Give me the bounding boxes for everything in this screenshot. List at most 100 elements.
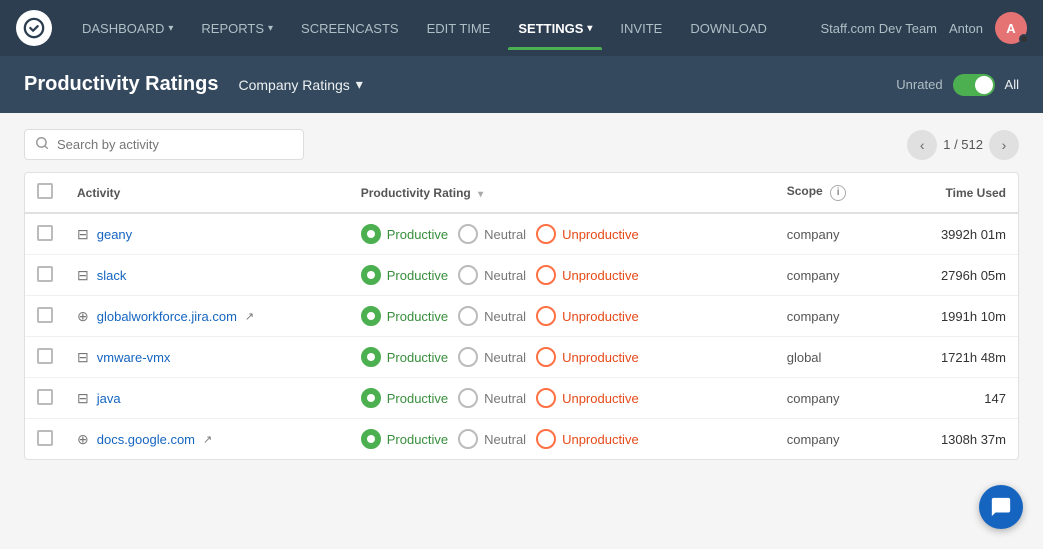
row-activity: ⊟ geany xyxy=(65,213,349,255)
nav-right: Staff.com Dev Team Anton A xyxy=(820,12,1027,44)
scope-info-icon[interactable]: i xyxy=(830,185,846,201)
row-checkbox[interactable] xyxy=(37,430,53,446)
row-checkbox[interactable] xyxy=(37,389,53,405)
main-content: ‹ 1 / 512 › Activity Productivity Rat xyxy=(0,113,1043,476)
neutral-label: Neutral xyxy=(484,391,526,406)
neutral-radio[interactable] xyxy=(458,429,478,449)
nav-reports[interactable]: REPORTS ▾ xyxy=(191,15,283,42)
row-productivity: Productive Neutral Unproductive xyxy=(349,378,775,419)
neutral-label: Neutral xyxy=(484,432,526,447)
row-checkbox[interactable] xyxy=(37,266,53,282)
nav-settings[interactable]: SETTINGS ▾ xyxy=(508,15,602,42)
unrated-toggle[interactable] xyxy=(953,74,995,96)
unproductive-radio[interactable] xyxy=(536,224,556,244)
company-ratings-button[interactable]: Company Ratings ▾ xyxy=(230,72,370,97)
unproductive-radio[interactable] xyxy=(536,265,556,285)
neutral-radio[interactable] xyxy=(458,265,478,285)
productive-radio[interactable] xyxy=(361,224,381,244)
table-row: ⊟ geany Productive Neutral Unproductive … xyxy=(25,213,1018,255)
activity-name: geany xyxy=(97,227,132,242)
page-header: Productivity Ratings Company Ratings ▾ U… xyxy=(0,56,1043,113)
unproductive-radio[interactable] xyxy=(536,306,556,326)
nav-download[interactable]: DOWNLOAD xyxy=(680,15,777,42)
neutral-radio[interactable] xyxy=(458,347,478,367)
neutral-radio[interactable] xyxy=(458,388,478,408)
row-scope: global xyxy=(775,337,893,378)
productive-radio[interactable] xyxy=(361,265,381,285)
time-used-column-header: Time Used xyxy=(892,173,1018,213)
table-row: ⊟ vmware-vmx Productive Neutral Unproduc… xyxy=(25,337,1018,378)
activity-name: slack xyxy=(97,268,127,283)
row-scope: company xyxy=(775,378,893,419)
chevron-down-icon: ▾ xyxy=(168,23,173,34)
avatar-status-dot xyxy=(1019,34,1029,44)
row-scope: company xyxy=(775,213,893,255)
select-all-checkbox[interactable] xyxy=(37,183,53,199)
row-scope: company xyxy=(775,419,893,460)
table-row: ⊕ globalworkforce.jira.com ↗ Productive … xyxy=(25,296,1018,337)
row-checkbox-cell xyxy=(25,419,65,460)
productive-radio[interactable] xyxy=(361,347,381,367)
logo xyxy=(16,10,52,46)
productive-label: Productive xyxy=(387,227,448,242)
unproductive-label: Unproductive xyxy=(562,268,639,283)
activities-table: Activity Productivity Rating ▾ Scope i T… xyxy=(24,172,1019,460)
unproductive-radio[interactable] xyxy=(536,388,556,408)
row-time-used: 1991h 10m xyxy=(892,296,1018,337)
table-row: ⊟ java Productive Neutral Unproductive c… xyxy=(25,378,1018,419)
app-icon: ⊟ xyxy=(77,226,89,243)
chevron-down-icon: ▾ xyxy=(356,76,363,93)
row-checkbox[interactable] xyxy=(37,225,53,241)
pagination: ‹ 1 / 512 › xyxy=(907,130,1019,160)
activity-name: docs.google.com xyxy=(97,432,195,447)
productive-radio[interactable] xyxy=(361,388,381,408)
neutral-radio[interactable] xyxy=(458,224,478,244)
chevron-right-icon: › xyxy=(1002,137,1007,153)
row-productivity: Productive Neutral Unproductive xyxy=(349,419,775,460)
nav-dashboard[interactable]: DASHBOARD ▾ xyxy=(72,15,183,42)
row-productivity: Productive Neutral Unproductive xyxy=(349,337,775,378)
next-page-button[interactable]: › xyxy=(989,130,1019,160)
navbar: DASHBOARD ▾ REPORTS ▾ SCREENCASTS EDIT T… xyxy=(0,0,1043,56)
neutral-radio[interactable] xyxy=(458,306,478,326)
table-row: ⊕ docs.google.com ↗ Productive Neutral U… xyxy=(25,419,1018,460)
unproductive-radio[interactable] xyxy=(536,429,556,449)
prev-page-button[interactable]: ‹ xyxy=(907,130,937,160)
select-all-header xyxy=(25,173,65,213)
row-activity: ⊕ docs.google.com ↗ xyxy=(65,419,349,460)
row-checkbox-cell xyxy=(25,213,65,255)
external-link-icon[interactable]: ↗ xyxy=(245,310,254,323)
productive-radio[interactable] xyxy=(361,429,381,449)
page-title: Productivity Ratings xyxy=(24,73,218,96)
unproductive-label: Unproductive xyxy=(562,309,639,324)
productive-radio[interactable] xyxy=(361,306,381,326)
neutral-label: Neutral xyxy=(484,350,526,365)
row-checkbox[interactable] xyxy=(37,307,53,323)
productive-label: Productive xyxy=(387,268,448,283)
web-icon: ⊕ xyxy=(77,431,89,448)
row-checkbox[interactable] xyxy=(37,348,53,364)
unproductive-label: Unproductive xyxy=(562,350,639,365)
chat-bubble-button[interactable] xyxy=(979,485,1023,529)
neutral-label: Neutral xyxy=(484,268,526,283)
row-productivity: Productive Neutral Unproductive xyxy=(349,255,775,296)
sort-icon[interactable]: ▾ xyxy=(478,189,483,200)
row-activity: ⊕ globalworkforce.jira.com ↗ xyxy=(65,296,349,337)
external-link-icon[interactable]: ↗ xyxy=(203,433,212,446)
search-input[interactable] xyxy=(57,137,293,152)
all-label: All xyxy=(1005,77,1019,92)
nav-invite[interactable]: INVITE xyxy=(610,15,672,42)
unproductive-radio[interactable] xyxy=(536,347,556,367)
row-time-used: 3992h 01m xyxy=(892,213,1018,255)
activity-name: globalworkforce.jira.com xyxy=(97,309,237,324)
neutral-label: Neutral xyxy=(484,309,526,324)
pagination-info: 1 / 512 xyxy=(943,137,983,152)
productive-label: Productive xyxy=(387,309,448,324)
nav-edit-time[interactable]: EDIT TIME xyxy=(417,15,501,42)
avatar[interactable]: A xyxy=(995,12,1027,44)
nav-screencasts[interactable]: SCREENCASTS xyxy=(291,15,409,42)
app-icon: ⊟ xyxy=(77,267,89,284)
neutral-label: Neutral xyxy=(484,227,526,242)
productive-label: Productive xyxy=(387,350,448,365)
unproductive-label: Unproductive xyxy=(562,391,639,406)
